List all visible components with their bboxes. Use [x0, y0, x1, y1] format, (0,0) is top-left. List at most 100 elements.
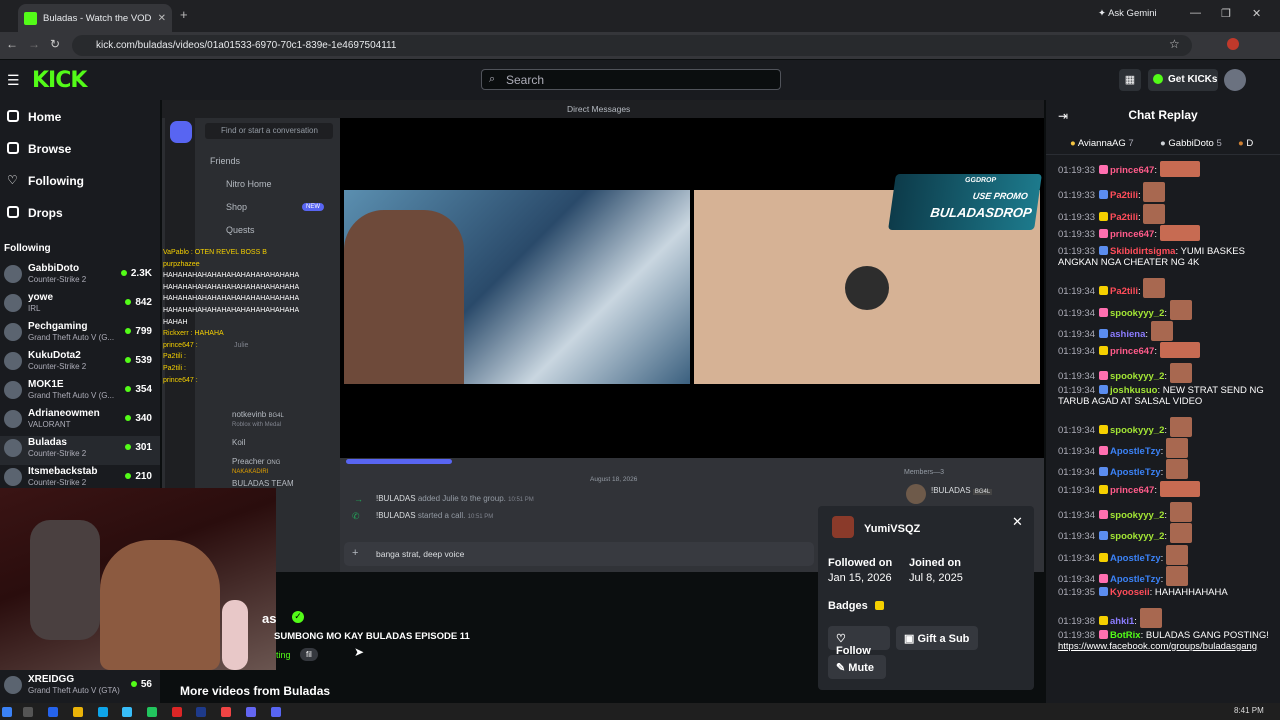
badge-icon [1098, 346, 1108, 356]
gifter-2[interactable]: ● GabbiDoto 5 [1160, 138, 1222, 149]
viewer-count: 210 [125, 471, 152, 482]
kick-logo[interactable]: KICK [32, 68, 87, 93]
chat-username[interactable]: joshkusuo [1110, 385, 1158, 396]
chat-link[interactable]: https://www.facebook.com/groups/buladasg… [1058, 641, 1257, 652]
chat-username[interactable]: spookyyy_2 [1110, 531, 1164, 542]
reload-icon[interactable]: ↻ [50, 37, 60, 51]
chat-username[interactable]: ApostleTzy [1110, 553, 1161, 564]
new-badge: NEW [302, 203, 324, 211]
gifter-3[interactable]: ● D [1238, 138, 1253, 149]
chat-timestamp: 01:19:33 [1058, 211, 1095, 223]
browser-tab[interactable]: Buladas - Watch the VOD o ✕ [18, 4, 172, 32]
heart-icon: ♡ [7, 173, 18, 187]
app-icon[interactable] [172, 707, 182, 717]
app-icon[interactable] [48, 707, 58, 717]
start-icon[interactable] [2, 707, 12, 717]
close-icon[interactable]: ✕ [1012, 514, 1023, 530]
url-field[interactable]: kick.com/buladas/videos/01a01533-6970-70… [72, 35, 1192, 56]
maximize-icon[interactable]: ❐ [1221, 7, 1231, 20]
nav-home[interactable]: Home [28, 110, 61, 124]
app-icon[interactable] [122, 707, 132, 717]
chat-username[interactable]: BotRix [1110, 630, 1141, 641]
chat-timestamp: 01:19:34 [1058, 552, 1095, 564]
chat-message: 01:19:34 ApostleTzy: [1058, 565, 1270, 586]
user-avatar[interactable] [1224, 69, 1246, 91]
drops-icon [7, 206, 19, 218]
chat-username[interactable]: Pa2tili [1110, 190, 1138, 201]
streamer-name[interactable]: as [262, 611, 276, 626]
gifter-1[interactable]: ● AviannaAG 7 [1070, 138, 1134, 149]
chat-username[interactable]: Pa2tili [1110, 286, 1138, 297]
channel-name: yowe [28, 292, 54, 303]
mute-button[interactable]: ✎ Mute [828, 655, 886, 679]
emote-icon [1159, 161, 1200, 177]
dm-name: Preacher [232, 457, 265, 466]
chat-username[interactable]: ashiena [1110, 329, 1145, 340]
emote-icon [1165, 544, 1188, 565]
chat-username[interactable]: Skibidirtsigma [1110, 246, 1175, 257]
chat-username[interactable]: ApostleTzy [1110, 446, 1161, 457]
search-taskbar-icon[interactable] [23, 707, 33, 717]
following-item[interactable]: yowe IRL 842 [0, 291, 160, 320]
chat-timestamp: 01:19:34 [1058, 467, 1095, 479]
chat-username[interactable]: spookyyy_2 [1110, 371, 1164, 382]
chat-username[interactable]: prince647 [1110, 346, 1154, 357]
chat-username[interactable]: spookyyy_2 [1110, 308, 1164, 319]
follow-button[interactable]: ♡ Follow [828, 626, 890, 657]
nav-following[interactable]: Following [28, 174, 84, 188]
following-item[interactable]: MOK1E Grand Theft Auto V (G... 354 [0, 378, 160, 407]
steam-icon[interactable] [196, 707, 206, 717]
dashboard-icon[interactable]: ▦ [1119, 69, 1141, 91]
badge-icon [1098, 484, 1108, 494]
app-icon[interactable] [98, 707, 108, 717]
back-icon[interactable]: ← [6, 37, 18, 51]
chat-username[interactable]: Pa2tili [1110, 212, 1138, 223]
tab-close-icon[interactable]: ✕ [158, 13, 166, 24]
member-tag: BG4L [972, 489, 993, 495]
following-item-bottom[interactable]: XREIDGG Grand Theft Auto V (GTA) 56 [0, 673, 160, 702]
chat-username[interactable]: prince647 [1110, 229, 1154, 240]
chat-username[interactable]: ApostleTzy [1110, 574, 1161, 585]
menu-icon[interactable]: ☰ [7, 72, 20, 89]
chat-username[interactable]: Kyooseii [1110, 587, 1150, 598]
bookmark-star-icon[interactable]: ☆ [1169, 37, 1180, 51]
category-link[interactable]: ting [276, 650, 291, 660]
new-tab-icon[interactable]: + [180, 7, 188, 22]
chat-username[interactable]: spookyyy_2 [1110, 510, 1164, 521]
chrome-icon[interactable] [147, 707, 157, 717]
search-input[interactable]: Search [481, 69, 781, 90]
following-item[interactable]: Buladas Counter-Strike 2 301 [0, 436, 160, 465]
emote-icon [1143, 278, 1166, 299]
gift-sub-button[interactable]: ▣ Gift a Sub [896, 626, 978, 650]
gifter-name: D [1246, 138, 1254, 149]
following-item[interactable]: Adrianeowmen VALORANT 340 [0, 407, 160, 436]
chat-message: 01:19:38 BotRix: BULADAS GANG POSTING! htt… [1058, 629, 1269, 652]
channel-name: Pechgaming [28, 321, 88, 332]
following-item[interactable]: GabbiDoto Counter-Strike 2 2.3K [0, 262, 160, 291]
language-tag[interactable]: fil [300, 648, 318, 661]
profile-avatar-icon[interactable] [1227, 38, 1239, 50]
minimize-icon[interactable]: — [1190, 7, 1201, 19]
overlay-chat-line: prince647 : [163, 341, 198, 349]
chat-username[interactable]: prince647 [1110, 485, 1154, 496]
chat-username[interactable]: spookyyy_2 [1110, 425, 1164, 436]
app-icon[interactable] [221, 707, 231, 717]
ask-gemini-button[interactable]: ✦ Ask Gemini [1098, 8, 1157, 19]
badge-icon [1098, 384, 1108, 394]
discord-icon[interactable] [271, 707, 281, 717]
chat-message: 01:19:34 ApostleTzy: [1058, 544, 1270, 565]
chat-username[interactable]: ahki1 [1110, 616, 1134, 627]
forward-icon[interactable]: → [28, 37, 40, 51]
following-item[interactable]: KukuDota2 Counter-Strike 2 539 [0, 349, 160, 378]
close-window-icon[interactable]: ✕ [1252, 7, 1261, 20]
app-icon[interactable] [246, 707, 256, 717]
chat-timestamp: 01:19:34 [1058, 286, 1095, 298]
badge-icon [1098, 587, 1108, 597]
nav-browse[interactable]: Browse [28, 142, 71, 156]
nav-drops[interactable]: Drops [28, 206, 63, 220]
chat-username[interactable]: ApostleTzy [1110, 467, 1161, 478]
get-kicks-label: Get KICKs [1168, 74, 1218, 85]
folder-icon[interactable] [73, 707, 83, 717]
following-item[interactable]: Pechgaming Grand Theft Auto V (G... 799 [0, 320, 160, 349]
chat-username[interactable]: prince647 [1110, 165, 1154, 176]
